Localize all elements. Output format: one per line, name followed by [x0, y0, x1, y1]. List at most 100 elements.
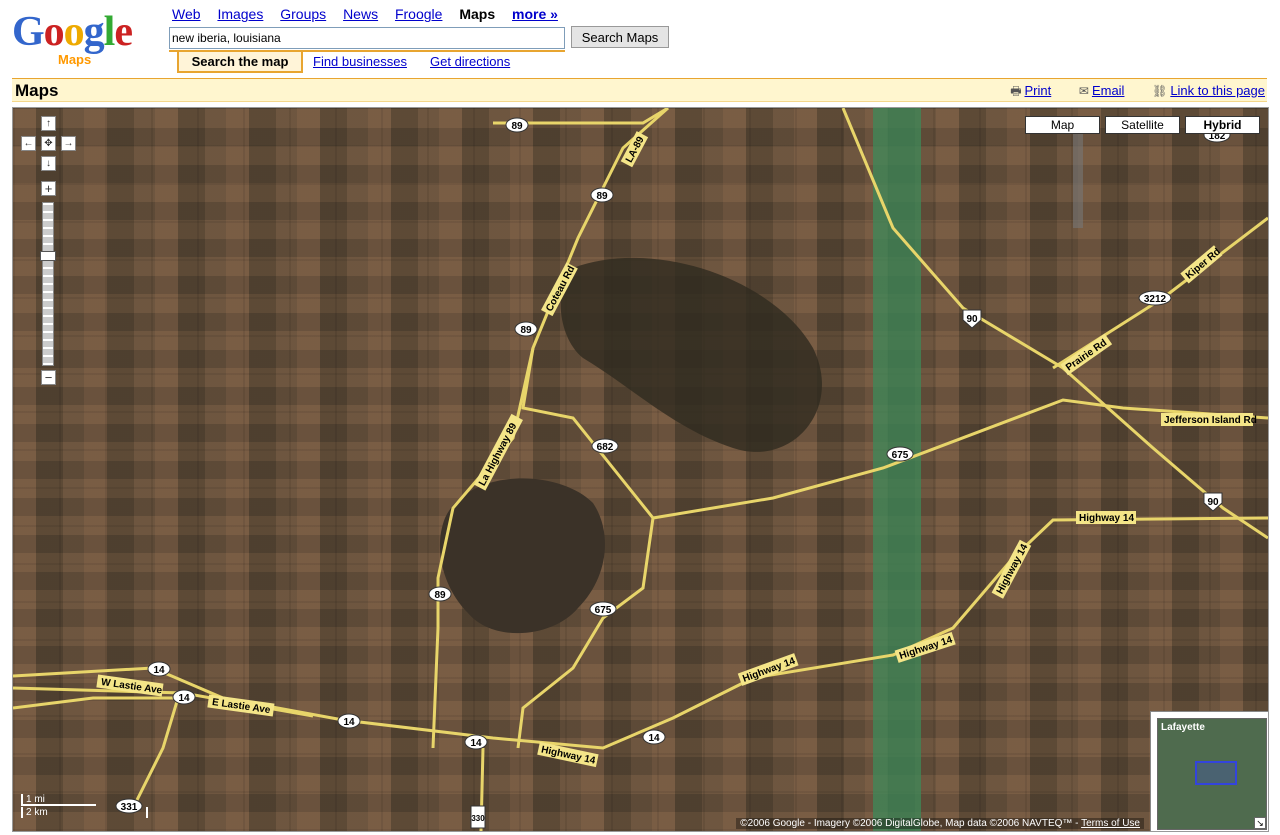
- pan-center-icon[interactable]: ✥: [41, 136, 56, 151]
- overview-lafayette-label: Lafayette: [1161, 722, 1205, 733]
- shield-675-a: 675: [886, 446, 914, 462]
- label-kiper: Kiper Rd: [1180, 245, 1223, 284]
- svg-text:89: 89: [520, 325, 532, 336]
- svg-text:Highway 14: Highway 14: [995, 542, 1031, 596]
- search-input[interactable]: [169, 27, 565, 49]
- nav-more[interactable]: more »: [512, 6, 558, 22]
- shield-682: 682: [591, 438, 619, 454]
- logo-letter-o1: o: [43, 9, 65, 55]
- nav-news[interactable]: News: [343, 6, 378, 22]
- shield-3212: 3212: [1138, 290, 1172, 306]
- svg-text:14: 14: [178, 693, 190, 704]
- overview-map[interactable]: Lafayette ↘: [1150, 711, 1268, 831]
- svg-text:330: 330: [471, 814, 485, 823]
- shield-89-d: 89: [428, 586, 452, 602]
- tab-get-directions[interactable]: Get directions: [430, 52, 510, 71]
- nav-maps-current: Maps: [459, 6, 496, 22]
- logo-sub: Maps: [58, 52, 92, 67]
- shield-90-a: 90: [962, 309, 982, 329]
- terms-of-use-link[interactable]: Terms of Use: [1081, 818, 1140, 829]
- pan-down-icon[interactable]: ↓: [41, 156, 56, 171]
- svg-text:14: 14: [648, 733, 660, 744]
- svg-text:14: 14: [343, 717, 355, 728]
- printer-icon: 🖶: [1010, 84, 1022, 98]
- label-w-lastie: W Lastie Ave: [96, 674, 164, 697]
- shield-675-b: 675: [589, 601, 617, 617]
- shield-90-b: 90: [1203, 492, 1223, 512]
- svg-text:675: 675: [892, 450, 909, 461]
- nav-froogle[interactable]: Froogle: [395, 6, 442, 22]
- svg-text:14: 14: [153, 665, 165, 676]
- tab-find-businesses[interactable]: Find businesses: [313, 52, 407, 71]
- chain-link-icon: ⛓: [1152, 84, 1168, 98]
- google-logo-text: Google: [12, 10, 162, 54]
- shield-89-c: 89: [514, 321, 538, 337]
- map-overlay: 89 89 89 89 682 675 675 90 90 3212 182 1…: [13, 108, 1268, 831]
- top-nav: Web Images Groups News Froogle Maps more…: [172, 6, 571, 22]
- label-prairie: Prairie Rd: [1060, 333, 1113, 376]
- svg-text:675: 675: [595, 605, 612, 616]
- svg-text:90: 90: [1207, 497, 1219, 508]
- print-link[interactable]: Print: [1025, 83, 1052, 98]
- zoom-out-icon[interactable]: −: [41, 370, 56, 385]
- title-links: 🖶 Print ✉ Email ⛓ Link to this page: [986, 82, 1265, 103]
- map-type-satellite-button[interactable]: Satellite: [1105, 116, 1180, 134]
- zoom-slider-track[interactable]: [42, 202, 54, 366]
- label-la-89: LA-89: [620, 131, 649, 168]
- google-maps-logo[interactable]: Google Maps: [12, 10, 162, 70]
- svg-text:682: 682: [597, 442, 614, 453]
- shield-89-b: 89: [590, 187, 614, 203]
- pan-left-icon[interactable]: ←: [21, 136, 36, 151]
- shield-14-d: 14: [464, 734, 488, 750]
- overview-collapse-icon[interactable]: ↘: [1254, 817, 1266, 829]
- pan-up-icon[interactable]: ↑: [41, 116, 56, 131]
- tab-search-the-map[interactable]: Search the map: [177, 52, 303, 73]
- map-type-map-button[interactable]: Map: [1025, 116, 1100, 134]
- logo-letter-o2: o: [63, 9, 85, 55]
- label-e-lastie: E Lastie Ave: [207, 694, 275, 717]
- map-canvas[interactable]: 89 89 89 89 682 675 675 90 90 3212 182 1…: [12, 107, 1269, 832]
- woods: [560, 257, 822, 452]
- logo-letter-e: e: [114, 9, 133, 55]
- nav-images[interactable]: Images: [217, 6, 263, 22]
- airport-runway: [1073, 128, 1083, 228]
- shield-14-b: 14: [172, 689, 196, 705]
- svg-text:90: 90: [966, 314, 978, 325]
- overview-viewport-box[interactable]: [1195, 761, 1237, 785]
- logo-letter-g: G: [12, 9, 45, 55]
- page-title: Maps: [15, 81, 59, 100]
- logo-letter-g2: g: [83, 9, 105, 55]
- search-maps-button[interactable]: Search Maps: [571, 26, 669, 48]
- svg-text:89: 89: [511, 121, 523, 132]
- shield-330: 330: [470, 805, 486, 829]
- label-hwy14-b: Highway 14: [737, 653, 799, 686]
- pan-right-icon[interactable]: →: [61, 136, 76, 151]
- link-to-page-link[interactable]: Link to this page: [1170, 83, 1265, 98]
- svg-text:3212: 3212: [1144, 294, 1167, 305]
- zoom-in-icon[interactable]: +: [41, 181, 56, 196]
- svg-text:La Highway 89: La Highway 89: [477, 421, 520, 488]
- label-hwy14-d: Highway 14: [991, 539, 1032, 599]
- logo-letter-l: l: [103, 9, 116, 55]
- route-shields: 89 89 89 89 682 675 675 90 90 3212 182 1…: [115, 117, 1231, 829]
- scale-km: 2 km: [21, 807, 148, 818]
- lake: [439, 478, 605, 634]
- zoom-slider-handle[interactable]: [40, 251, 56, 261]
- envelope-icon: ✉: [1078, 84, 1089, 98]
- svg-text:89: 89: [596, 191, 608, 202]
- map-copyright: ©2006 Google - Imagery ©2006 DigitalGlob…: [736, 818, 1144, 829]
- nav-groups[interactable]: Groups: [280, 6, 326, 22]
- shield-89-a: 89: [505, 117, 529, 133]
- shield-14-e: 14: [642, 729, 666, 745]
- svg-text:89: 89: [434, 590, 446, 601]
- nav-web[interactable]: Web: [172, 6, 201, 22]
- label-jefferson: Jefferson Island Rd: [1161, 413, 1257, 426]
- label-hwy14-e: Highway 14: [1076, 511, 1136, 524]
- shield-14-a: 14: [147, 661, 171, 677]
- map-type-hybrid-button[interactable]: Hybrid: [1185, 116, 1260, 134]
- overview-map-image[interactable]: Lafayette: [1157, 718, 1267, 830]
- email-link[interactable]: Email: [1092, 83, 1125, 98]
- scale-mi: 1 mi: [21, 794, 96, 806]
- shield-14-c: 14: [337, 713, 361, 729]
- search-tabs: Search the map Find businesses Get direc…: [169, 50, 565, 74]
